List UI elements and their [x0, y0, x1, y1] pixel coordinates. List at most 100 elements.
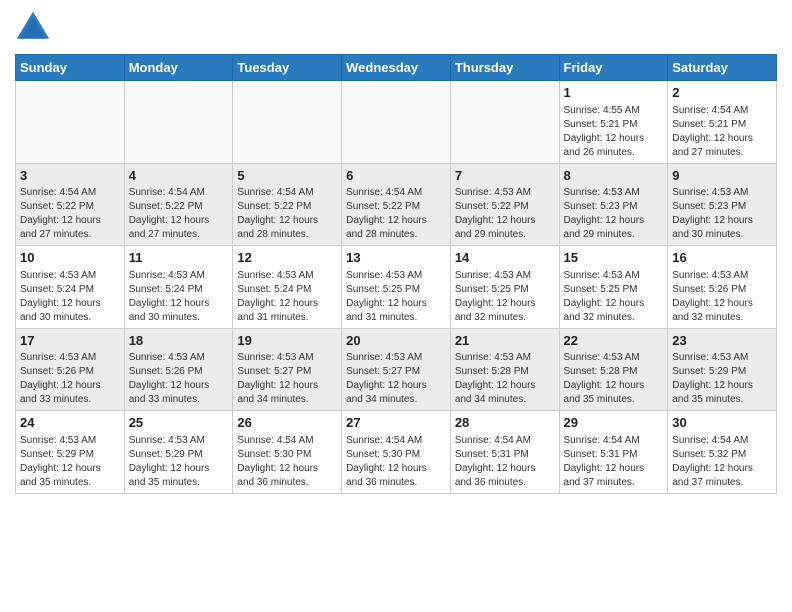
calendar-cell: 21Sunrise: 4:53 AM Sunset: 5:28 PM Dayli…: [450, 328, 559, 411]
day-info: Sunrise: 4:53 AM Sunset: 5:24 PM Dayligh…: [20, 269, 120, 325]
day-info: Sunrise: 4:53 AM Sunset: 5:24 PM Dayligh…: [129, 269, 229, 325]
day-info: Sunrise: 4:53 AM Sunset: 5:26 PM Dayligh…: [129, 351, 229, 407]
day-number: 22: [564, 332, 664, 350]
day-info: Sunrise: 4:55 AM Sunset: 5:21 PM Dayligh…: [564, 104, 664, 160]
day-number: 3: [20, 167, 120, 185]
calendar-week-row: 10 Sunrise: 4:53 AM Sunset: 5:24 PM Dayli…: [16, 246, 777, 329]
calendar-cell: 19Sunrise: 4:53 AM Sunset: 5:27 PM Dayli…: [233, 328, 342, 411]
day-number: 29: [564, 414, 664, 432]
calendar-week-row: 17Sunrise: 4:53 AM Sunset: 5:26 PM Dayli…: [16, 328, 777, 411]
day-info: Sunrise: 4:54 AM Sunset: 5:22 PM Dayligh…: [237, 186, 337, 242]
day-info: Sunrise: 4:54 AM Sunset: 5:30 PM Dayligh…: [237, 434, 337, 490]
calendar-cell: 17Sunrise: 4:53 AM Sunset: 5:26 PM Dayli…: [16, 328, 125, 411]
logo: [15, 10, 55, 46]
calendar-cell: 28Sunrise: 4:54 AM Sunset: 5:31 PM Dayli…: [450, 411, 559, 494]
weekday-header: Wednesday: [342, 55, 451, 81]
day-number: 16: [672, 249, 772, 267]
weekday-header: Sunday: [16, 55, 125, 81]
calendar-cell: [342, 81, 451, 164]
weekday-header: Tuesday: [233, 55, 342, 81]
calendar-cell: [16, 81, 125, 164]
calendar-cell: 15 Sunrise: 4:53 AM Sunset: 5:25 PM Dayli…: [559, 246, 668, 329]
day-info: Sunrise: 4:53 AM Sunset: 5:29 PM Dayligh…: [672, 351, 772, 407]
day-info: Sunrise: 4:53 AM Sunset: 5:29 PM Dayligh…: [129, 434, 229, 490]
calendar-cell: 24 Sunrise: 4:53 AM Sunset: 5:29 PM Dayli…: [16, 411, 125, 494]
weekday-header: Saturday: [668, 55, 777, 81]
calendar-cell: [450, 81, 559, 164]
calendar-cell: 1 Sunrise: 4:55 AM Sunset: 5:21 PM Daylig…: [559, 81, 668, 164]
day-number: 17: [20, 332, 120, 350]
calendar-cell: 26 Sunrise: 4:54 AM Sunset: 5:30 PM Dayli…: [233, 411, 342, 494]
day-number: 11: [129, 249, 229, 267]
calendar-cell: 30 Sunrise: 4:54 AM Sunset: 5:32 PM Dayli…: [668, 411, 777, 494]
day-info: Sunrise: 4:53 AM Sunset: 5:27 PM Dayligh…: [346, 351, 446, 407]
calendar-cell: [233, 81, 342, 164]
day-number: 2: [672, 84, 772, 102]
page: SundayMondayTuesdayWednesdayThursdayFrid…: [0, 0, 792, 509]
calendar-cell: 27Sunrise: 4:54 AM Sunset: 5:30 PM Dayli…: [342, 411, 451, 494]
calendar-cell: 29 Sunrise: 4:54 AM Sunset: 5:31 PM Dayli…: [559, 411, 668, 494]
calendar-cell: 16 Sunrise: 4:53 AM Sunset: 5:26 PM Dayli…: [668, 246, 777, 329]
day-info: Sunrise: 4:53 AM Sunset: 5:25 PM Dayligh…: [455, 269, 555, 325]
day-number: 28: [455, 414, 555, 432]
day-info: Sunrise: 4:53 AM Sunset: 5:28 PM Dayligh…: [455, 351, 555, 407]
day-info: Sunrise: 4:53 AM Sunset: 5:27 PM Dayligh…: [237, 351, 337, 407]
calendar-cell: 3Sunrise: 4:54 AM Sunset: 5:22 PM Daylig…: [16, 163, 125, 246]
day-info: Sunrise: 4:53 AM Sunset: 5:25 PM Dayligh…: [346, 269, 446, 325]
day-info: Sunrise: 4:53 AM Sunset: 5:26 PM Dayligh…: [672, 269, 772, 325]
calendar-week-row: 3Sunrise: 4:54 AM Sunset: 5:22 PM Daylig…: [16, 163, 777, 246]
calendar-week-row: 24 Sunrise: 4:53 AM Sunset: 5:29 PM Dayli…: [16, 411, 777, 494]
day-info: Sunrise: 4:53 AM Sunset: 5:28 PM Dayligh…: [564, 351, 664, 407]
day-info: Sunrise: 4:54 AM Sunset: 5:32 PM Dayligh…: [672, 434, 772, 490]
calendar-cell: 5Sunrise: 4:54 AM Sunset: 5:22 PM Daylig…: [233, 163, 342, 246]
day-info: Sunrise: 4:54 AM Sunset: 5:22 PM Dayligh…: [20, 186, 120, 242]
weekday-header-row: SundayMondayTuesdayWednesdayThursdayFrid…: [16, 55, 777, 81]
day-info: Sunrise: 4:54 AM Sunset: 5:30 PM Dayligh…: [346, 434, 446, 490]
day-info: Sunrise: 4:53 AM Sunset: 5:26 PM Dayligh…: [20, 351, 120, 407]
header: [15, 10, 777, 46]
day-number: 1: [564, 84, 664, 102]
day-info: Sunrise: 4:54 AM Sunset: 5:21 PM Dayligh…: [672, 104, 772, 160]
day-number: 12: [237, 249, 337, 267]
day-number: 15: [564, 249, 664, 267]
calendar-cell: 14 Sunrise: 4:53 AM Sunset: 5:25 PM Dayli…: [450, 246, 559, 329]
calendar-cell: 4Sunrise: 4:54 AM Sunset: 5:22 PM Daylig…: [124, 163, 233, 246]
day-info: Sunrise: 4:54 AM Sunset: 5:31 PM Dayligh…: [564, 434, 664, 490]
day-number: 6: [346, 167, 446, 185]
day-number: 14: [455, 249, 555, 267]
day-number: 9: [672, 167, 772, 185]
day-number: 20: [346, 332, 446, 350]
calendar-cell: 12 Sunrise: 4:53 AM Sunset: 5:24 PM Dayli…: [233, 246, 342, 329]
calendar-cell: 10 Sunrise: 4:53 AM Sunset: 5:24 PM Dayli…: [16, 246, 125, 329]
logo-icon: [15, 10, 51, 46]
day-number: 19: [237, 332, 337, 350]
day-info: Sunrise: 4:53 AM Sunset: 5:25 PM Dayligh…: [564, 269, 664, 325]
day-info: Sunrise: 4:53 AM Sunset: 5:23 PM Dayligh…: [564, 186, 664, 242]
calendar-cell: 9Sunrise: 4:53 AM Sunset: 5:23 PM Daylig…: [668, 163, 777, 246]
day-number: 24: [20, 414, 120, 432]
day-number: 23: [672, 332, 772, 350]
calendar-cell: 7Sunrise: 4:53 AM Sunset: 5:22 PM Daylig…: [450, 163, 559, 246]
day-info: Sunrise: 4:53 AM Sunset: 5:24 PM Dayligh…: [237, 269, 337, 325]
calendar-cell: 20Sunrise: 4:53 AM Sunset: 5:27 PM Dayli…: [342, 328, 451, 411]
weekday-header: Thursday: [450, 55, 559, 81]
day-info: Sunrise: 4:53 AM Sunset: 5:29 PM Dayligh…: [20, 434, 120, 490]
day-info: Sunrise: 4:54 AM Sunset: 5:22 PM Dayligh…: [346, 186, 446, 242]
calendar-cell: 2 Sunrise: 4:54 AM Sunset: 5:21 PM Daylig…: [668, 81, 777, 164]
calendar-cell: 6Sunrise: 4:54 AM Sunset: 5:22 PM Daylig…: [342, 163, 451, 246]
calendar-cell: 8Sunrise: 4:53 AM Sunset: 5:23 PM Daylig…: [559, 163, 668, 246]
calendar: SundayMondayTuesdayWednesdayThursdayFrid…: [15, 54, 777, 494]
day-number: 10: [20, 249, 120, 267]
day-number: 13: [346, 249, 446, 267]
calendar-cell: [124, 81, 233, 164]
day-info: Sunrise: 4:53 AM Sunset: 5:23 PM Dayligh…: [672, 186, 772, 242]
day-number: 30: [672, 414, 772, 432]
day-number: 26: [237, 414, 337, 432]
calendar-cell: 13 Sunrise: 4:53 AM Sunset: 5:25 PM Dayli…: [342, 246, 451, 329]
day-number: 8: [564, 167, 664, 185]
day-number: 4: [129, 167, 229, 185]
day-number: 21: [455, 332, 555, 350]
day-number: 5: [237, 167, 337, 185]
weekday-header: Friday: [559, 55, 668, 81]
calendar-cell: 23Sunrise: 4:53 AM Sunset: 5:29 PM Dayli…: [668, 328, 777, 411]
